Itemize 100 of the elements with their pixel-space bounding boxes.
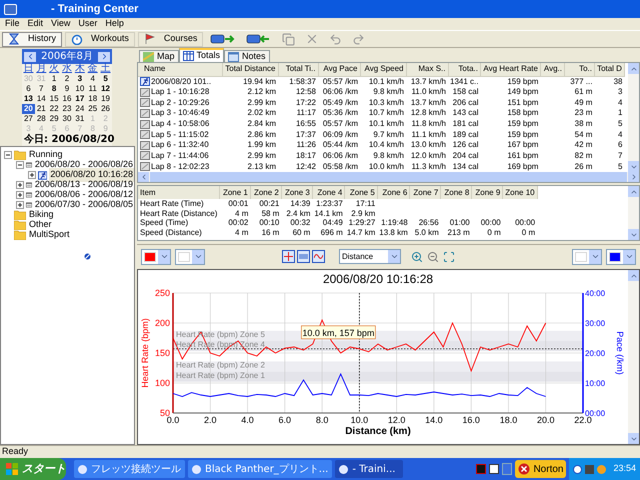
calendar-day[interactable]: 16 (60, 94, 74, 104)
calendar-day[interactable]: 15 (48, 94, 61, 104)
calendar-day[interactable]: 24 (73, 104, 86, 114)
column-header[interactable]: Zone 1 (219, 186, 250, 199)
crosshair-tool-icon[interactable] (282, 250, 295, 263)
table-row[interactable]: Lap 2 - 10:29:26 2.99 km 17:22 05:49 /km 10.3 km/h 13.7 km/h 206 cal 151 bpm 49 m 4 (138, 97, 624, 108)
column-header[interactable]: Max S.. (406, 63, 448, 76)
menu-item[interactable]: Edit (24, 17, 48, 31)
calendar-day[interactable]: 28 (34, 114, 48, 124)
toolbar-tab[interactable]: History (2, 32, 62, 46)
column-header[interactable]: Zone 2 (250, 186, 282, 199)
expand-icon[interactable] (16, 201, 24, 209)
calendar-day[interactable]: 8 (48, 84, 61, 94)
table-row[interactable]: Lap 1 - 10:16:28 2.12 km 12:58 06:06 /km 9.8 km/h 11.0 km/h 158 cal 149 bpm 61 m 3 (138, 86, 624, 98)
expand-icon[interactable] (28, 171, 36, 179)
calendar-day[interactable]: 23 (60, 104, 74, 114)
calendar-day[interactable]: 10 (73, 84, 86, 94)
taskbar-button[interactable]: フレッツ接続ツール (74, 460, 185, 478)
zoom-in-icon[interactable] (411, 250, 423, 262)
calendar-day[interactable]: 5 (99, 74, 112, 84)
expand-icon[interactable] (16, 191, 24, 199)
calendar-day[interactable]: 1 (48, 74, 61, 84)
calendar-day[interactable]: 18 (86, 94, 100, 104)
toolbar-tab[interactable]: Courses (138, 32, 204, 46)
column-header[interactable]: Avg Pace (318, 63, 360, 76)
toolbar-tab[interactable]: Workouts (65, 32, 135, 46)
tree-item[interactable]: 2006/08/20 10:16:28 (49, 168, 134, 182)
column-header[interactable]: Avg.. (540, 63, 564, 76)
table-row[interactable]: 2006/08/20 101.. 19.94 km 1:58:37 05:57 /km 10.1 km/h 13.7 km/h 1341 c.. 159 bpm 377 ... 38 (138, 76, 624, 87)
calendar-day[interactable]: 6 (22, 84, 35, 94)
menu-item[interactable]: File (1, 17, 24, 31)
norton-button[interactable]: Norton (515, 460, 566, 478)
calendar-day[interactable]: 25 (86, 104, 100, 114)
next-month-button[interactable] (98, 52, 110, 62)
axis-dropdown[interactable]: Distance (339, 249, 401, 264)
calendar-day[interactable]: 17 (73, 94, 86, 104)
column-header[interactable]: Zone 9 (472, 186, 503, 199)
vertical-scrollbar[interactable] (628, 63, 639, 172)
taskbar-button[interactable]: Black Panther_プリント... (188, 460, 332, 478)
table-row[interactable]: Lap 7 - 11:44:06 2.99 km 18:17 06:06 /km 9.8 km/h 12.0 km/h 204 cal 161 bpm 82 m 7 (138, 150, 624, 162)
calendar-day[interactable]: 12 (99, 84, 112, 94)
detail-tab[interactable]: Map (139, 50, 179, 62)
horizontal-scrollbar[interactable] (138, 172, 639, 182)
column-header[interactable]: Total D (594, 63, 624, 76)
column-header[interactable]: Zone 7 (410, 186, 441, 199)
table-row[interactable]: Lap 6 - 11:32:40 1.99 km 11:26 05:44 /km 10.4 km/h 13.0 km/h 126 cal 167 bpm 42 m 6 (138, 140, 624, 151)
column-header[interactable]: To.. (564, 63, 594, 76)
column-header[interactable]: Item (138, 186, 220, 199)
color-dropdown[interactable] (175, 248, 205, 264)
calendar-day[interactable]: 9 (60, 84, 74, 94)
calendar-day[interactable]: 27 (22, 114, 35, 124)
previous-month-button[interactable] (24, 52, 36, 62)
fit-icon[interactable] (443, 250, 455, 262)
calendar-day[interactable]: 29 (48, 114, 61, 124)
calendar-day[interactable]: 31 (73, 114, 86, 124)
collapse-icon[interactable] (4, 151, 12, 159)
taskbar-button[interactable]: - Traini... (335, 460, 404, 478)
detail-tab[interactable]: Totals (178, 48, 224, 62)
column-header[interactable]: Total Ti.. (278, 63, 318, 76)
smoothing-tool-icon[interactable] (312, 250, 325, 263)
color-dropdown[interactable] (141, 248, 171, 264)
column-header[interactable]: Avg Heart Rate (480, 63, 540, 76)
calendar-day[interactable]: 21 (34, 104, 48, 114)
table-row[interactable]: Lap 5 - 11:15:02 2.86 km 17:37 06:09 /km 9.7 km/h 11.1 km/h 189 cal 159 bpm 54 m 4 (138, 129, 624, 140)
zoom-out-icon[interactable] (427, 250, 439, 262)
column-header[interactable]: Name (138, 63, 222, 76)
vertical-scrollbar[interactable] (628, 186, 639, 240)
column-header[interactable]: Zone 3 (281, 186, 312, 199)
calendar-day[interactable]: 30 (60, 114, 74, 124)
vertical-scrollbar[interactable] (628, 270, 639, 444)
table-row[interactable]: Lap 8 - 12:02:23 2.13 km 12:42 05:58 /km 10.0 km/h 11.3 km/h 134 cal 169 bpm 26 m 5 (138, 161, 624, 172)
calendar-day[interactable]: 26 (99, 104, 112, 114)
table-row[interactable]: Lap 3 - 10:46:49 2.02 km 11:17 05:36 /km 10.7 km/h 12.8 km/h 143 cal 158 bpm 23 m 1 (138, 108, 624, 119)
start-button[interactable]: スタート (0, 458, 66, 480)
column-header[interactable]: Total Distance (222, 63, 278, 76)
table-row[interactable]: Lap 4 - 10:58:06 2.84 km 16:55 05:57 /km 10.1 km/h 11.8 km/h 181 cal 159 bpm 38 m 5 (138, 118, 624, 130)
column-header[interactable]: Zone 10 (502, 186, 538, 199)
expand-icon[interactable] (16, 181, 24, 189)
menu-item[interactable]: Help (101, 17, 128, 31)
calendar-day[interactable]: 19 (99, 94, 112, 104)
calendar-day[interactable]: 4 (86, 74, 100, 84)
calendar-day[interactable]: 22 (48, 104, 61, 114)
menu-item[interactable]: View (47, 17, 74, 31)
calendar-day[interactable]: 11 (86, 84, 100, 94)
calendar-day[interactable]: 20 (22, 104, 35, 114)
tray-app-icon[interactable] (476, 464, 486, 474)
calendar-day[interactable]: 3 (73, 74, 86, 84)
menu-item[interactable]: User (74, 17, 102, 31)
column-header[interactable]: Zone 5 (344, 186, 378, 199)
detail-tab[interactable]: Notes (224, 50, 270, 62)
calendar-day[interactable]: 13 (22, 94, 35, 104)
zones-tool-icon[interactable] (297, 250, 310, 263)
collapse-icon[interactable] (16, 161, 24, 169)
color-dropdown[interactable] (606, 248, 636, 264)
column-header[interactable]: Zone 8 (440, 186, 472, 199)
calendar-day[interactable]: 14 (34, 94, 48, 104)
column-header[interactable]: Zone 6 (377, 186, 410, 199)
calendar-day[interactable]: 7 (34, 84, 48, 94)
import-icon[interactable] (210, 33, 236, 45)
calendar-day[interactable]: 2 (60, 74, 74, 84)
